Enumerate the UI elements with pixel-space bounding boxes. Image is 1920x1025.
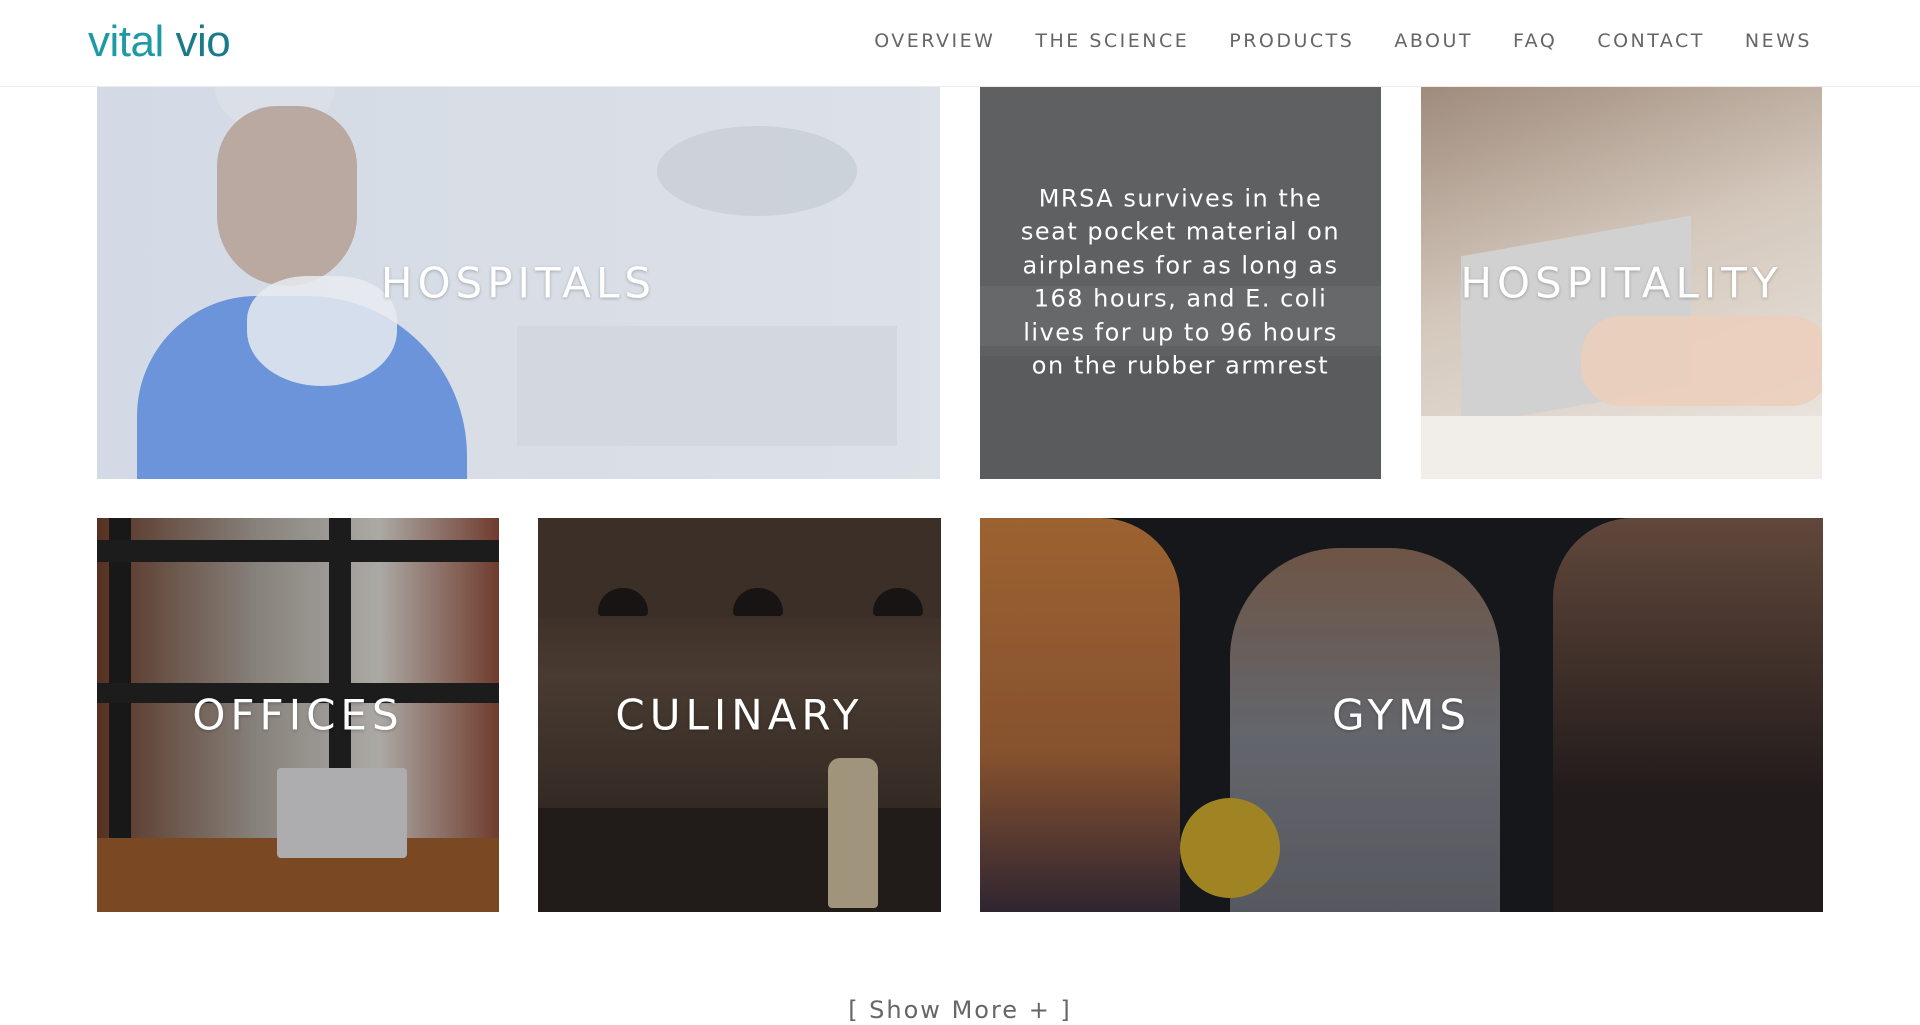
tile-hospitals[interactable]: HOSPITALS — [97, 86, 940, 479]
logo[interactable]: vital vio — [88, 14, 231, 70]
tile-culinary-label: CULINARY — [615, 690, 864, 740]
show-more-button[interactable]: [ Show More + ] — [0, 996, 1920, 1024]
tile-hospitals-label: HOSPITALS — [380, 258, 657, 307]
nav-products[interactable]: PRODUCTS — [1229, 28, 1354, 54]
logo-text-vital: vital — [88, 17, 164, 66]
nav-the-science[interactable]: THE SCIENCE — [1035, 28, 1189, 54]
tile-quote[interactable]: MRSA survives in the seat pocket materia… — [980, 86, 1381, 479]
nav-news[interactable]: NEWS — [1745, 28, 1812, 54]
nav-faq[interactable]: FAQ — [1513, 28, 1557, 54]
tile-offices-label: OFFICES — [192, 690, 404, 740]
tile-offices[interactable]: OFFICES — [97, 518, 499, 912]
tile-culinary[interactable]: CULINARY — [538, 518, 941, 912]
nav-overview[interactable]: OVERVIEW — [874, 28, 995, 54]
nav-contact[interactable]: CONTACT — [1597, 28, 1705, 54]
tile-gyms[interactable]: GYMS — [980, 518, 1823, 912]
logo-text-vio: vio — [175, 17, 231, 66]
tile-gyms-label: GYMS — [1331, 690, 1471, 740]
main-nav: OVERVIEW THE SCIENCE PRODUCTS ABOUT FAQ … — [874, 28, 1812, 54]
site-header: vital vio OVERVIEW THE SCIENCE PRODUCTS … — [0, 0, 1920, 87]
tile-hospitality[interactable]: HOSPITALITY — [1421, 86, 1822, 479]
tile-hospitality-label: HOSPITALITY — [1460, 258, 1783, 307]
nav-about[interactable]: ABOUT — [1394, 28, 1473, 54]
tile-quote-text: MRSA survives in the seat pocket materia… — [1020, 184, 1341, 380]
